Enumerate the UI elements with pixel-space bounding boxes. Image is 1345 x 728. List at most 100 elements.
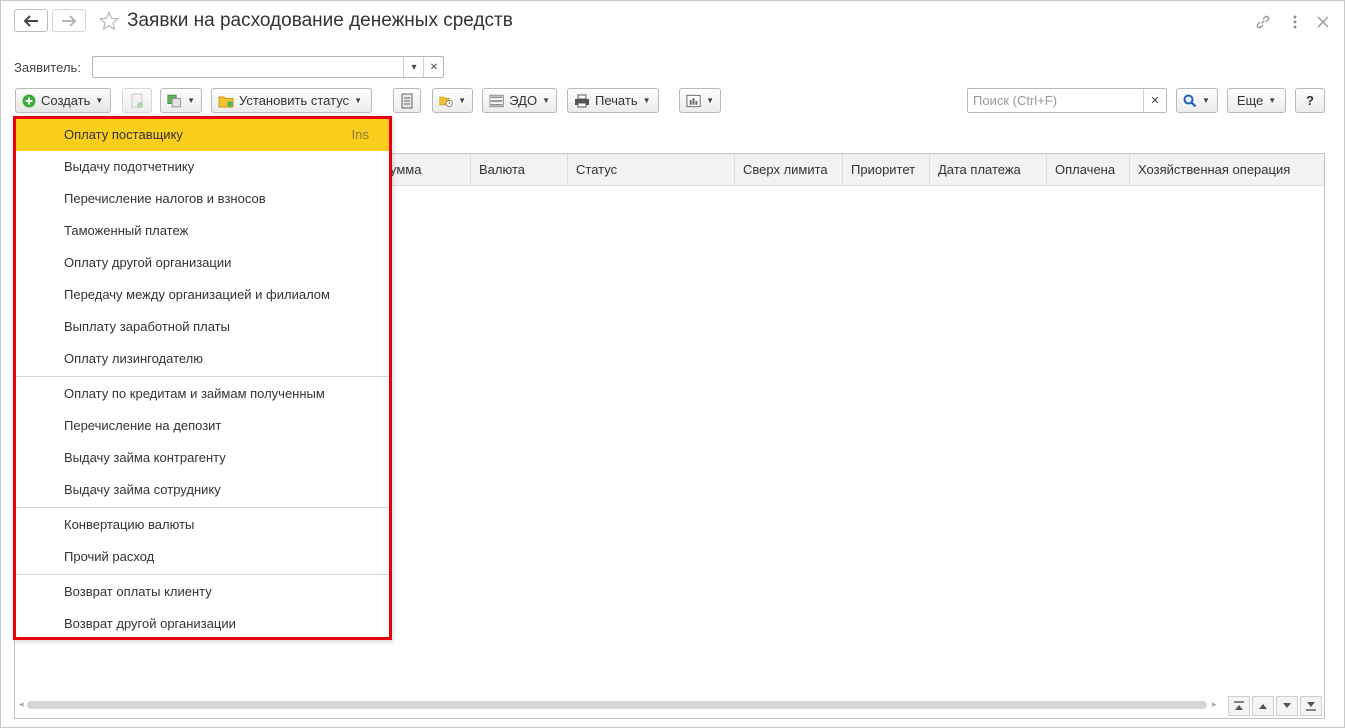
menu-item-label: Возврат оплаты клиенту xyxy=(64,584,212,599)
help-button[interactable]: ? xyxy=(1295,88,1325,113)
copy-button[interactable] xyxy=(122,88,152,113)
menu-item[interactable]: Выдачу подотчетнику xyxy=(16,151,389,183)
chevron-down-icon: ▼ xyxy=(187,96,195,105)
menu-item[interactable]: Таможенный платеж xyxy=(16,215,389,247)
create-button[interactable]: Создать ▼ xyxy=(15,88,111,113)
document-list-icon xyxy=(401,93,413,108)
menu-item-label: Перечисление налогов и взносов xyxy=(64,191,266,206)
menu-item[interactable]: Перечисление на депозит xyxy=(16,410,389,442)
chevron-down-icon: ▼ xyxy=(1268,96,1277,105)
more-actions-button[interactable] xyxy=(1286,13,1304,31)
more-vertical-icon xyxy=(1293,15,1297,29)
scroll-left-icon[interactable]: ◂ xyxy=(19,699,24,710)
menu-item-hotkey: Ins xyxy=(351,127,369,142)
scroll-down-icon xyxy=(1283,703,1291,708)
column-header-currency[interactable]: Валюта xyxy=(470,154,567,185)
menu-item[interactable]: Передачу между организацией и филиалом xyxy=(16,279,389,311)
scroll-last-button[interactable] xyxy=(1300,696,1322,716)
search-input[interactable] xyxy=(968,89,1144,112)
menu-item-label: Конвертацию валюты xyxy=(64,517,195,532)
applicant-clear-button[interactable]: ✕ xyxy=(423,57,444,77)
menu-item-label: Передачу между организацией и филиалом xyxy=(64,287,330,302)
column-header-business-operation[interactable]: Хозяйственная операция xyxy=(1129,154,1324,185)
more-label: Еще xyxy=(1236,93,1264,108)
column-header-sum[interactable]: умма xyxy=(390,154,470,185)
forward-button[interactable] xyxy=(52,9,86,32)
column-header-priority[interactable]: Приоритет xyxy=(842,154,929,185)
chevron-down-icon: ▼ xyxy=(1202,96,1210,105)
forward-arrow-icon xyxy=(62,14,77,27)
menu-item[interactable]: Возврат оплаты клиенту xyxy=(16,576,389,608)
reports-icon xyxy=(686,94,701,107)
menu-separator xyxy=(16,574,389,575)
set-status-button[interactable]: Установить статус ▼ xyxy=(211,88,372,113)
chevron-down-icon: ▼ xyxy=(542,96,550,105)
column-header-payment-date[interactable]: Дата платежа xyxy=(929,154,1046,185)
scroll-down-button[interactable] xyxy=(1276,696,1298,716)
edo-button[interactable]: ЭДО ▼ xyxy=(482,88,557,113)
search-clear-button[interactable]: ✕ xyxy=(1143,89,1166,112)
applicant-field[interactable]: ▾ ✕ xyxy=(92,56,444,78)
menu-item[interactable]: Оплату лизингодателю xyxy=(16,343,389,375)
link-button[interactable] xyxy=(1254,13,1272,31)
back-button[interactable] xyxy=(14,9,48,32)
create-dropdown-menu: Оплату поставщику Ins Выдачу подотчетнику П… xyxy=(13,116,392,640)
scroll-top-icon xyxy=(1234,701,1244,710)
menu-item[interactable]: Оплату другой организации xyxy=(16,247,389,279)
close-window-button[interactable] xyxy=(1314,13,1332,31)
scroll-first-button[interactable] xyxy=(1228,696,1250,716)
menu-item[interactable]: Перечисление налогов и взносов xyxy=(16,183,389,215)
applicant-dropdown-button[interactable]: ▾ xyxy=(403,57,424,77)
menu-item-label: Оплату поставщику xyxy=(64,127,183,142)
menu-separator xyxy=(16,507,389,508)
menu-item[interactable]: Прочий расход xyxy=(16,541,389,573)
favorite-star-button[interactable] xyxy=(98,10,120,34)
edo-exchange-icon xyxy=(489,94,504,107)
horizontal-scrollbar[interactable] xyxy=(27,701,1207,709)
plus-circle-icon xyxy=(22,94,36,107)
document-list-button[interactable] xyxy=(393,88,421,113)
more-button[interactable]: Еще ▼ xyxy=(1227,88,1286,113)
scroll-up-button[interactable] xyxy=(1252,696,1274,716)
folder-status-icon xyxy=(218,96,234,107)
help-label: ? xyxy=(1306,93,1314,108)
page-title: Заявки на расходование денежных средств xyxy=(127,10,513,31)
print-label: Печать xyxy=(595,93,638,108)
menu-item[interactable]: Выдачу займа контрагенту xyxy=(16,442,389,474)
search-field[interactable]: ✕ xyxy=(967,88,1167,113)
scroll-bottom-icon xyxy=(1306,702,1316,711)
menu-item[interactable]: Выдачу займа сотруднику xyxy=(16,474,389,506)
based-on-button[interactable]: ▼ xyxy=(160,88,202,113)
close-icon xyxy=(1317,16,1329,28)
chevron-down-icon: ▼ xyxy=(354,96,362,105)
create-based-on-icon xyxy=(167,94,181,107)
attachments-button[interactable]: ▼ xyxy=(432,88,473,113)
menu-item[interactable]: Конвертацию валюты xyxy=(16,509,389,541)
search-icon xyxy=(1183,94,1197,107)
menu-item[interactable]: Оплату поставщику Ins xyxy=(16,119,389,151)
chevron-down-icon: ▼ xyxy=(95,96,104,105)
set-status-label: Установить статус xyxy=(239,93,350,108)
column-header-over-limit[interactable]: Сверх лимита xyxy=(734,154,842,185)
menu-item-label: Прочий расход xyxy=(64,549,155,564)
copy-document-icon xyxy=(131,93,143,108)
menu-item-label: Оплату лизингодателю xyxy=(64,351,204,366)
scroll-right-icon[interactable]: ▸ xyxy=(1212,699,1217,710)
reports-button[interactable]: ▼ xyxy=(679,88,721,113)
window: Заявки на расходование денежных средств … xyxy=(0,0,1345,728)
column-header-status[interactable]: Статус xyxy=(567,154,734,185)
link-icon xyxy=(1256,15,1270,29)
menu-item[interactable]: Выплату заработной платы xyxy=(16,311,389,343)
create-button-label: Создать xyxy=(41,93,91,108)
menu-item-label: Оплату другой организации xyxy=(64,255,232,270)
menu-item[interactable]: Возврат другой организации xyxy=(16,608,389,640)
menu-item-label: Выплату заработной платы xyxy=(64,319,230,334)
print-button[interactable]: Печать ▼ xyxy=(567,88,659,113)
menu-item-label: Выдачу займа контрагенту xyxy=(64,450,226,465)
menu-item[interactable]: Оплату по кредитам и займам полученным xyxy=(16,378,389,410)
menu-separator xyxy=(16,376,389,377)
search-button[interactable]: ▼ xyxy=(1176,88,1218,113)
back-arrow-icon xyxy=(23,14,38,27)
column-header-paid[interactable]: Оплачена xyxy=(1046,154,1129,185)
edo-label: ЭДО xyxy=(509,93,538,108)
